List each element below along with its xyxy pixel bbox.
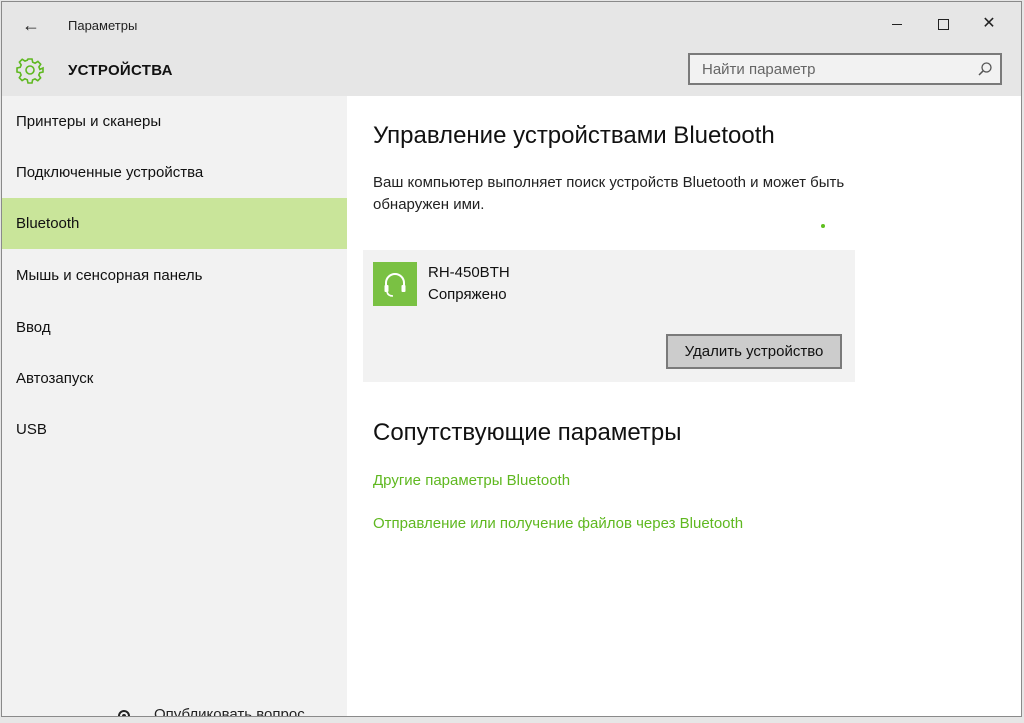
- sidebar-item-bluetooth[interactable]: Bluetooth: [2, 198, 347, 249]
- headset-icon: [373, 262, 417, 306]
- sidebar-item-connected-devices[interactable]: Подключенные устройства: [2, 147, 347, 198]
- related-settings-title: Сопутствующие параметры: [373, 419, 682, 446]
- maximize-icon: [937, 18, 949, 30]
- sidebar-item-label: USB: [16, 421, 47, 438]
- close-icon: ✕: [982, 15, 996, 32]
- radio-icon: [118, 710, 130, 716]
- sidebar: Принтеры и сканеры Подключенные устройст…: [2, 96, 347, 716]
- sidebar-item-label: Принтеры и сканеры: [16, 113, 162, 130]
- search-input[interactable]: [690, 55, 970, 83]
- minimize-icon: [892, 23, 902, 25]
- progress-indicator: [821, 224, 825, 228]
- background-partial-text: Опубликовать вопрос: [118, 706, 305, 716]
- device-status: Сопряжено: [428, 286, 507, 303]
- gear-icon: [16, 58, 44, 84]
- sidebar-item-label: Мышь и сенсорная панель: [16, 267, 203, 284]
- sidebar-item-typing[interactable]: Ввод: [2, 302, 347, 353]
- back-button[interactable]: ←: [14, 12, 48, 38]
- title-bar: ← Параметры ✕: [2, 2, 1021, 46]
- page-header: УСТРОЙСТВА: [2, 46, 1021, 96]
- search-icon[interactable]: [976, 60, 994, 78]
- settings-window: ← Параметры ✕ УСТРОЙСТВА Найти параметр …: [1, 1, 1022, 717]
- sidebar-item-label: Ввод: [16, 319, 51, 336]
- page-title: Управление устройствами Bluetooth: [373, 122, 775, 149]
- remove-device-button[interactable]: Удалить устройство: [666, 334, 842, 369]
- sidebar-item-label: Bluetooth: [16, 215, 80, 232]
- sidebar-item-usb[interactable]: USB: [2, 404, 347, 455]
- sidebar-item-mouse-touchpad[interactable]: Мышь и сенсорная панель: [2, 250, 347, 301]
- device-card[interactable]: RH-450BTH Сопряжено Удалить устройство: [363, 250, 855, 382]
- sidebar-item-label: Подключенные устройства: [16, 164, 204, 181]
- maximize-button[interactable]: [920, 2, 966, 46]
- section-title: УСТРОЙСТВА: [68, 62, 173, 79]
- sidebar-item-printers[interactable]: Принтеры и сканеры: [2, 96, 347, 147]
- more-bluetooth-options-link[interactable]: Другие параметры Bluetooth: [373, 472, 570, 489]
- search-box[interactable]: [688, 53, 1002, 85]
- sidebar-item-label: Автозапуск: [16, 370, 94, 387]
- app-title: Параметры: [68, 18, 138, 33]
- minimize-button[interactable]: [874, 2, 920, 46]
- close-button[interactable]: ✕: [966, 2, 1012, 46]
- arrow-left-icon: ←: [22, 14, 40, 35]
- send-receive-files-link[interactable]: Отправление или получение файлов через B…: [373, 515, 743, 532]
- sidebar-item-autoplay[interactable]: Автозапуск: [2, 353, 347, 404]
- description-text: Ваш компьютер выполняет поиск устройств …: [373, 174, 845, 213]
- device-name: RH-450BTH: [428, 264, 510, 281]
- main-content: Управление устройствами Bluetooth Ваш ко…: [347, 96, 1021, 716]
